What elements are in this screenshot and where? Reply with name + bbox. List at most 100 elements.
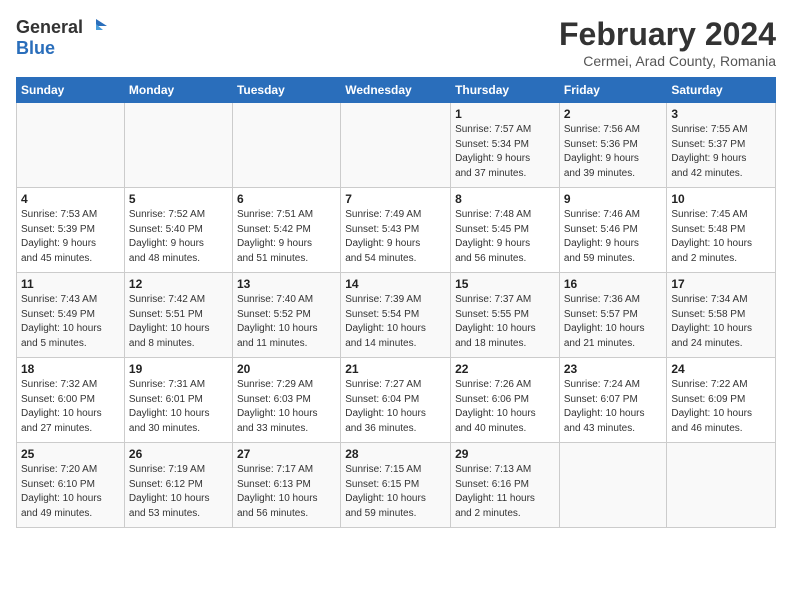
calendar-title: February 2024 (559, 16, 776, 53)
calendar-cell: 4 Sunrise: 7:53 AM Sunset: 5:39 PM Daylig… (17, 188, 125, 273)
day-number: 27 (237, 447, 336, 461)
calendar-cell: 29 Sunrise: 7:13 AM Sunset: 6:16 PM Dayli… (451, 443, 560, 528)
day-info: Sunrise: 7:26 AM Sunset: 6:06 PM Dayligh… (455, 378, 555, 436)
calendar-cell: 26 Sunrise: 7:19 AM Sunset: 6:12 PM Dayli… (124, 443, 232, 528)
calendar-cell: 10 Sunrise: 7:45 AM Sunset: 5:48 PM Dayli… (667, 188, 776, 273)
logo-bird-icon (85, 16, 107, 38)
calendar-cell: 6 Sunrise: 7:51 AM Sunset: 5:42 PM Daylig… (232, 188, 340, 273)
calendar-table: SundayMondayTuesdayWednesdayThursdayFrid… (16, 77, 776, 528)
calendar-cell: 7Sunrise: 7:49 AM Sunset: 5:43 PM Daylig… (341, 188, 451, 273)
day-number: 21 (345, 362, 446, 376)
day-info: Sunrise: 7:46 AM Sunset: 5:46 PM Dayligh… (564, 208, 663, 266)
day-number: 18 (21, 362, 120, 376)
logo-blue-text: Blue (16, 38, 55, 59)
day-info: Sunrise: 7:13 AM Sunset: 6:16 PM Dayligh… (455, 463, 555, 521)
day-number: 25 (21, 447, 120, 461)
day-info: Sunrise: 7:52 AM Sunset: 5:40 PM Dayligh… (129, 208, 228, 266)
day-info: Sunrise: 7:40 AM Sunset: 5:52 PM Dayligh… (237, 293, 336, 351)
calendar-cell: 12 Sunrise: 7:42 AM Sunset: 5:51 PM Dayli… (124, 273, 232, 358)
calendar-cell: 24 Sunrise: 7:22 AM Sunset: 6:09 PM Dayli… (667, 358, 776, 443)
weekday-header-monday: Monday (124, 78, 232, 103)
day-number: 9 (564, 192, 663, 206)
calendar-cell: 11 Sunrise: 7:43 AM Sunset: 5:49 PM Dayli… (17, 273, 125, 358)
calendar-cell: 28 Sunrise: 7:15 AM Sunset: 6:15 PM Dayli… (341, 443, 451, 528)
calendar-cell: 16 Sunrise: 7:36 AM Sunset: 5:57 PM Dayli… (559, 273, 667, 358)
day-info: Sunrise: 7:32 AM Sunset: 6:00 PM Dayligh… (21, 378, 120, 436)
day-number: 6 (237, 192, 336, 206)
day-number: 16 (564, 277, 663, 291)
day-info: Sunrise: 7:39 AM Sunset: 5:54 PM Dayligh… (345, 293, 446, 351)
day-number: 23 (564, 362, 663, 376)
day-number: 3 (671, 107, 771, 121)
weekday-header-wednesday: Wednesday (341, 78, 451, 103)
calendar-cell: 8Sunrise: 7:48 AM Sunset: 5:45 PM Daylig… (451, 188, 560, 273)
day-number: 2 (564, 107, 663, 121)
calendar-week-2: 4 Sunrise: 7:53 AM Sunset: 5:39 PM Daylig… (17, 188, 776, 273)
weekday-header-thursday: Thursday (451, 78, 560, 103)
day-number: 1 (455, 107, 555, 121)
calendar-cell: 2 Sunrise: 7:56 AM Sunset: 5:36 PM Daylig… (559, 103, 667, 188)
calendar-week-1: 1 Sunrise: 7:57 AM Sunset: 5:34 PM Daylig… (17, 103, 776, 188)
calendar-cell: 22 Sunrise: 7:26 AM Sunset: 6:06 PM Dayli… (451, 358, 560, 443)
calendar-cell (341, 103, 451, 188)
day-number: 7 (345, 192, 446, 206)
day-info: Sunrise: 7:36 AM Sunset: 5:57 PM Dayligh… (564, 293, 663, 351)
calendar-cell: 15Sunrise: 7:37 AM Sunset: 5:55 PM Dayli… (451, 273, 560, 358)
day-number: 4 (21, 192, 120, 206)
day-info: Sunrise: 7:42 AM Sunset: 5:51 PM Dayligh… (129, 293, 228, 351)
day-info: Sunrise: 7:51 AM Sunset: 5:42 PM Dayligh… (237, 208, 336, 266)
day-info: Sunrise: 7:48 AM Sunset: 5:45 PM Dayligh… (455, 208, 555, 266)
day-number: 28 (345, 447, 446, 461)
day-number: 22 (455, 362, 555, 376)
title-area: February 2024 Cermei, Arad County, Roman… (559, 16, 776, 69)
day-info: Sunrise: 7:56 AM Sunset: 5:36 PM Dayligh… (564, 123, 663, 181)
calendar-cell: 20 Sunrise: 7:29 AM Sunset: 6:03 PM Dayli… (232, 358, 340, 443)
day-number: 17 (671, 277, 771, 291)
logo: General Blue (16, 16, 107, 59)
day-info: Sunrise: 7:22 AM Sunset: 6:09 PM Dayligh… (671, 378, 771, 436)
day-info: Sunrise: 7:27 AM Sunset: 6:04 PM Dayligh… (345, 378, 446, 436)
calendar-cell: 14Sunrise: 7:39 AM Sunset: 5:54 PM Dayli… (341, 273, 451, 358)
day-info: Sunrise: 7:57 AM Sunset: 5:34 PM Dayligh… (455, 123, 555, 181)
day-info: Sunrise: 7:43 AM Sunset: 5:49 PM Dayligh… (21, 293, 120, 351)
calendar-cell: 13 Sunrise: 7:40 AM Sunset: 5:52 PM Dayli… (232, 273, 340, 358)
weekday-header-tuesday: Tuesday (232, 78, 340, 103)
day-info: Sunrise: 7:24 AM Sunset: 6:07 PM Dayligh… (564, 378, 663, 436)
calendar-cell: 27 Sunrise: 7:17 AM Sunset: 6:13 PM Dayli… (232, 443, 340, 528)
day-number: 10 (671, 192, 771, 206)
header: General Blue February 2024 Cermei, Arad … (16, 16, 776, 69)
day-number: 20 (237, 362, 336, 376)
calendar-cell (667, 443, 776, 528)
day-info: Sunrise: 7:55 AM Sunset: 5:37 PM Dayligh… (671, 123, 771, 181)
calendar-cell: 25 Sunrise: 7:20 AM Sunset: 6:10 PM Dayli… (17, 443, 125, 528)
weekday-header-saturday: Saturday (667, 78, 776, 103)
day-number: 12 (129, 277, 228, 291)
calendar-cell (559, 443, 667, 528)
day-number: 26 (129, 447, 228, 461)
day-info: Sunrise: 7:29 AM Sunset: 6:03 PM Dayligh… (237, 378, 336, 436)
day-info: Sunrise: 7:19 AM Sunset: 6:12 PM Dayligh… (129, 463, 228, 521)
calendar-cell: 9 Sunrise: 7:46 AM Sunset: 5:46 PM Daylig… (559, 188, 667, 273)
day-info: Sunrise: 7:34 AM Sunset: 5:58 PM Dayligh… (671, 293, 771, 351)
calendar-subtitle: Cermei, Arad County, Romania (559, 53, 776, 69)
day-info: Sunrise: 7:45 AM Sunset: 5:48 PM Dayligh… (671, 208, 771, 266)
calendar-cell: 1 Sunrise: 7:57 AM Sunset: 5:34 PM Daylig… (451, 103, 560, 188)
calendar-cell: 21 Sunrise: 7:27 AM Sunset: 6:04 PM Dayli… (341, 358, 451, 443)
day-info: Sunrise: 7:15 AM Sunset: 6:15 PM Dayligh… (345, 463, 446, 521)
calendar-week-5: 25 Sunrise: 7:20 AM Sunset: 6:10 PM Dayli… (17, 443, 776, 528)
day-number: 13 (237, 277, 336, 291)
calendar-cell (17, 103, 125, 188)
day-number: 29 (455, 447, 555, 461)
day-number: 19 (129, 362, 228, 376)
day-number: 24 (671, 362, 771, 376)
calendar-cell: 23 Sunrise: 7:24 AM Sunset: 6:07 PM Dayli… (559, 358, 667, 443)
day-number: 11 (21, 277, 120, 291)
calendar-cell: 3 Sunrise: 7:55 AM Sunset: 5:37 PM Daylig… (667, 103, 776, 188)
calendar-week-3: 11 Sunrise: 7:43 AM Sunset: 5:49 PM Dayli… (17, 273, 776, 358)
weekday-header-friday: Friday (559, 78, 667, 103)
logo-general-text: General (16, 17, 83, 38)
calendar-cell (232, 103, 340, 188)
day-info: Sunrise: 7:53 AM Sunset: 5:39 PM Dayligh… (21, 208, 120, 266)
day-info: Sunrise: 7:20 AM Sunset: 6:10 PM Dayligh… (21, 463, 120, 521)
day-info: Sunrise: 7:17 AM Sunset: 6:13 PM Dayligh… (237, 463, 336, 521)
